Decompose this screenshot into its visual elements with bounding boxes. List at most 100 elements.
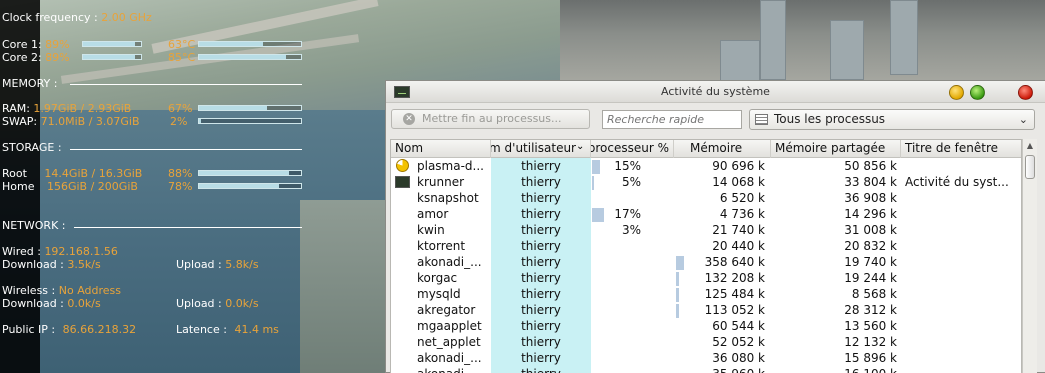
download1-label: Download : bbox=[2, 258, 64, 271]
ram-bar-fill bbox=[199, 106, 268, 110]
home-pct: 78% bbox=[168, 180, 193, 193]
table-row[interactable]: akonadi_... thierry 358 640 k 19 740 k bbox=[391, 254, 1021, 270]
download1-row: Download : 3.5k/s bbox=[2, 258, 101, 271]
table-row[interactable]: krunner thierry 5% 14 068 k 33 804 k Activité… bbox=[391, 174, 1021, 190]
process-cpu bbox=[591, 286, 641, 302]
ram-value: 1.97GiB / 2.93GiB bbox=[33, 102, 132, 115]
process-name: korgac bbox=[417, 271, 458, 285]
process-memory: 358 640 k bbox=[704, 255, 765, 269]
latence-value: 41.4 ms bbox=[234, 323, 279, 336]
root-bar bbox=[198, 170, 302, 176]
table-row[interactable]: kwin thierry 3% 21 740 k 31 008 k bbox=[391, 222, 1021, 238]
table-row[interactable]: mgaapplet thierry 60 544 k 13 560 k bbox=[391, 318, 1021, 334]
kill-process-label: Mettre fin au processus... bbox=[422, 112, 562, 125]
table-row[interactable]: akonadi_...thierry 35 960 k 16 100 k bbox=[391, 366, 1021, 373]
close-button[interactable] bbox=[1018, 85, 1033, 100]
process-memory: 6 520 k bbox=[719, 191, 765, 205]
core2-label: Core 2: bbox=[2, 51, 42, 64]
process-name: amor bbox=[417, 207, 449, 221]
swap-label: SWAP: bbox=[2, 115, 38, 128]
wallpaper-tower bbox=[760, 0, 786, 80]
upload2-row: Upload : 0.0k/s bbox=[176, 297, 259, 310]
window-titlebar[interactable]: Activité du système bbox=[386, 81, 1045, 103]
column-cpu[interactable]: % processeur bbox=[591, 140, 674, 158]
process-window-title bbox=[905, 286, 1021, 302]
process-table: Nom Nom d'utilisateur ⌄ % processeur Mém… bbox=[390, 139, 1022, 373]
process-name: akonadi_... bbox=[417, 366, 491, 373]
wallpaper-tower bbox=[890, 0, 918, 75]
core1-pct: 89% bbox=[45, 38, 70, 51]
swap-pct: 2% bbox=[170, 115, 188, 128]
process-memory: 21 740 k bbox=[712, 223, 765, 237]
system-activity-window: Activité du système ✕ Mettre fin au proc… bbox=[385, 80, 1045, 373]
process-shared-memory: 20 832 k bbox=[844, 239, 897, 253]
krunner-icon bbox=[395, 176, 410, 188]
wireless-row: Wireless : No Address bbox=[2, 284, 121, 297]
quick-search-input[interactable] bbox=[602, 110, 742, 129]
upload2-label: Upload : bbox=[176, 297, 222, 310]
wireless-value: No Address bbox=[58, 284, 121, 297]
process-filter-select[interactable]: Tous les processus ⌄ bbox=[749, 109, 1035, 130]
latence-label: Latence : bbox=[176, 323, 227, 336]
core2-pct: 89% bbox=[45, 51, 70, 64]
process-window-title bbox=[905, 334, 1021, 350]
process-cpu bbox=[591, 366, 641, 373]
process-cpu: 3% bbox=[621, 223, 641, 237]
table-row[interactable]: akregator thierry 113 052 k 28 312 k bbox=[391, 302, 1021, 318]
upload1-label: Upload : bbox=[176, 258, 222, 271]
table-row[interactable]: amor thierry 17% 4 736 k 14 296 k bbox=[391, 206, 1021, 222]
download2-value: 0.0k/s bbox=[67, 297, 101, 310]
wallpaper-city bbox=[560, 0, 1045, 85]
process-user: thierry bbox=[491, 222, 591, 238]
root-value: 14.4GiB / 16.3GiB bbox=[44, 167, 143, 180]
column-name[interactable]: Nom bbox=[391, 140, 491, 158]
wired-row: Wired : 192.168.1.56 bbox=[2, 245, 118, 258]
process-user: thierry bbox=[491, 254, 591, 270]
process-memory: 60 544 k bbox=[712, 319, 765, 333]
table-row[interactable]: plasma-d... thierry 15% 90 696 k 50 856 k bbox=[391, 158, 1021, 174]
table-row[interactable]: ksnapshot thierry 6 520 k 36 908 k bbox=[391, 190, 1021, 206]
column-window-title[interactable]: Titre de fenêtre bbox=[901, 140, 1021, 158]
process-cpu: 15% bbox=[614, 159, 641, 173]
process-name: mysqld bbox=[417, 287, 461, 301]
minimize-button[interactable] bbox=[949, 85, 964, 100]
toolbar: ✕ Mettre fin au processus... Tous les pr… bbox=[386, 103, 1045, 133]
chevron-down-icon: ⌄ bbox=[1018, 113, 1028, 126]
upload2-value: 0.0k/s bbox=[225, 297, 259, 310]
wallpaper-tower bbox=[720, 40, 760, 85]
core1-temp-bar-fill bbox=[199, 42, 264, 46]
download2-row: Download : 0.0k/s bbox=[2, 297, 101, 310]
process-name: ktorrent bbox=[417, 239, 466, 253]
process-shared-memory: 50 856 k bbox=[844, 159, 897, 173]
table-row[interactable]: net_applet thierry 52 052 k 12 132 k bbox=[391, 334, 1021, 350]
scrollbar-thumb[interactable] bbox=[1025, 155, 1035, 179]
process-name: plasma-d... bbox=[417, 159, 484, 173]
table-row[interactable]: korgac thierry 132 208 k 19 244 k bbox=[391, 270, 1021, 286]
process-shared-memory: 14 296 k bbox=[844, 207, 897, 221]
column-shared-memory[interactable]: Mémoire partagée bbox=[771, 140, 901, 158]
process-window-title bbox=[905, 158, 1021, 174]
column-memory[interactable]: Mémoire bbox=[674, 140, 771, 158]
process-window-title bbox=[905, 366, 1021, 373]
process-shared-memory: 28 312 k bbox=[844, 303, 897, 317]
table-row[interactable]: mysqld thierry 125 484 k 8 568 k bbox=[391, 286, 1021, 302]
scroll-up-icon[interactable]: ▲ bbox=[1023, 139, 1037, 153]
process-shared-memory: 33 804 k bbox=[844, 175, 897, 189]
list-icon bbox=[755, 114, 768, 125]
process-user: thierry bbox=[491, 318, 591, 334]
vertical-scrollbar[interactable]: ▲ bbox=[1022, 139, 1037, 373]
table-row[interactable]: ktorrent thierry 20 440 k 20 832 k bbox=[391, 238, 1021, 254]
process-window-title bbox=[905, 222, 1021, 238]
network-title: NETWORK : bbox=[2, 219, 66, 232]
ram-row: RAM: 1.97GiB / 2.93GiB bbox=[2, 102, 131, 115]
kill-process-button[interactable]: ✕ Mettre fin au processus... bbox=[391, 109, 590, 129]
core2-row: Core 2: 89% bbox=[2, 51, 70, 64]
swap-row: SWAP: 71.0MiB / 3.07GiB bbox=[2, 115, 140, 128]
conky-monitor: Clock frequency : 2.00 GHz Core 1: 89% 6… bbox=[0, 0, 310, 373]
window-title: Activité du système bbox=[661, 85, 770, 98]
core2-bar bbox=[82, 54, 142, 60]
core1-label: Core 1: bbox=[2, 38, 42, 51]
table-row[interactable]: akonadi_... thierry 36 080 k 15 896 k bbox=[391, 350, 1021, 366]
maximize-button[interactable] bbox=[970, 85, 985, 100]
process-user: thierry bbox=[491, 270, 591, 286]
